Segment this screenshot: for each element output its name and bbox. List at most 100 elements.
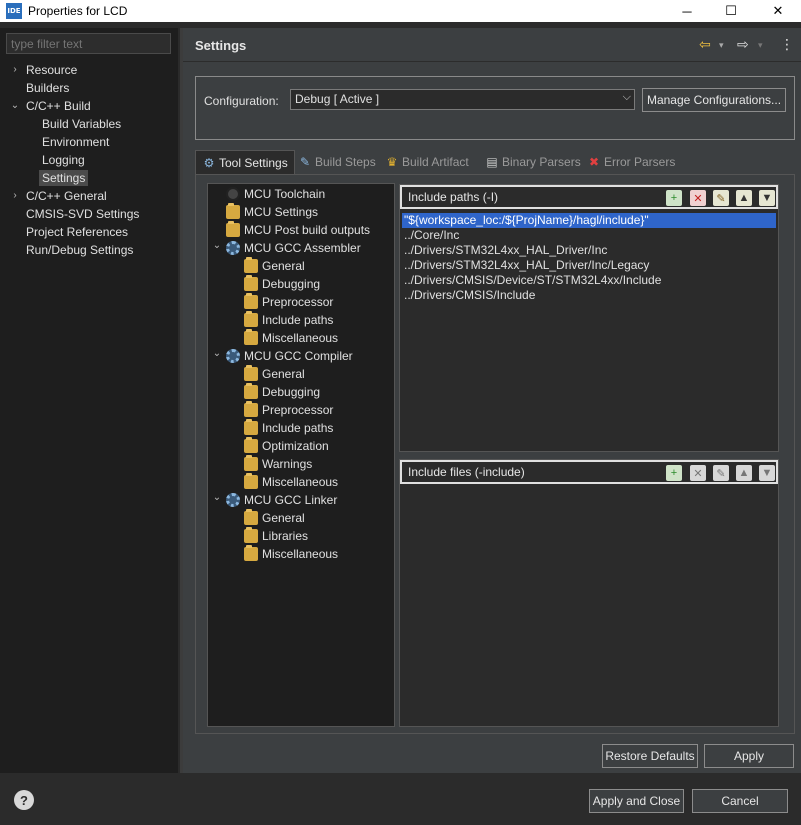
sidebar-item-c-c-build[interactable]: C/C++ Build	[26, 97, 91, 115]
property-page-nav: › Resource Builders ⌄ C/C++ Build Build Varia…	[0, 28, 178, 773]
sidebar-item-build-variables[interactable]: Build Variables	[42, 115, 121, 133]
tree-item[interactable]: Optimization	[244, 437, 329, 455]
tab-tool-settings[interactable]: ⚙ Tool Settings	[195, 150, 295, 174]
tree-item[interactable]: General	[244, 509, 305, 527]
list-item[interactable]: ../Drivers/CMSIS/Include	[402, 288, 535, 303]
tree-item[interactable]: MCU GCC Linker	[226, 491, 337, 509]
tree-item[interactable]: Libraries	[244, 527, 308, 545]
settings-tabs: ⚙ Tool Settings ✎ Build Steps ♛ Build Artif…	[195, 150, 795, 174]
forward-dropdown-icon[interactable]: ▾	[758, 40, 763, 51]
tree-item-label: Miscellaneous	[262, 331, 339, 345]
gear-icon	[226, 241, 240, 255]
tree-item[interactable]: General	[244, 257, 305, 275]
tool-settings-body: MCU Toolchain MCU Settings MCU Post build …	[195, 174, 795, 734]
folder-settings-icon	[244, 401, 258, 417]
sidebar-item-logging[interactable]: Logging	[42, 151, 85, 169]
tab-build-artifact[interactable]: ♛ Build Artifact	[385, 150, 469, 174]
tree-item[interactable]: MCU Post build outputs	[226, 221, 370, 239]
back-arrow-icon[interactable]: ⇦	[699, 36, 711, 53]
sidebar-item-builders[interactable]: Builders	[26, 79, 69, 97]
tree-item[interactable]: Preprocessor	[244, 293, 333, 311]
folder-settings-icon	[244, 329, 258, 345]
help-icon[interactable]: ?	[14, 790, 34, 810]
list-item[interactable]: ../Drivers/STM32L4xx_HAL_Driver/Inc/Lega…	[402, 258, 649, 273]
sidebar-item-resource[interactable]: Resource	[26, 61, 77, 79]
folder-settings-icon	[244, 509, 258, 525]
sidebar-item-environment[interactable]: Environment	[42, 133, 109, 151]
configuration-label: Configuration:	[204, 94, 279, 108]
tree-item[interactable]: Include paths	[244, 419, 333, 437]
add-icon[interactable]: +	[666, 465, 682, 481]
sidebar-item-project-references[interactable]: Project References	[26, 223, 128, 241]
tree-item[interactable]: Warnings	[244, 455, 312, 473]
tab-error-parsers[interactable]: ✖ Error Parsers	[587, 150, 675, 174]
tree-item[interactable]: Preprocessor	[244, 401, 333, 419]
app-icon: IDE	[6, 3, 22, 19]
delete-icon[interactable]: ✕	[690, 190, 706, 206]
include-files-header: Include files (-include) + ✕ ✎ ▲ ▼	[400, 460, 778, 484]
cancel-button[interactable]: Cancel	[692, 789, 788, 813]
include-paths-header: Include paths (-I) + ✕ ✎ ▲ ▼	[400, 185, 778, 209]
restore-defaults-button[interactable]: Restore Defaults	[602, 744, 698, 768]
list-item[interactable]: "${workspace_loc:/${ProjName}/hagl/inclu…	[402, 213, 776, 228]
list-item[interactable]: ../Core/Inc	[402, 228, 459, 243]
chevron-down-icon[interactable]: ⌄	[212, 348, 222, 359]
edit-icon[interactable]: ✎	[713, 190, 729, 206]
minimize-button[interactable]: ─	[664, 0, 710, 22]
tree-item[interactable]: MCU Settings	[226, 203, 318, 221]
manage-configurations-button[interactable]: Manage Configurations...	[642, 88, 786, 112]
folder-settings-icon	[244, 545, 258, 561]
configuration-value: Debug [ Active ]	[295, 92, 380, 106]
tree-item-label: Libraries	[262, 529, 309, 543]
move-down-icon[interactable]: ▼	[759, 190, 775, 206]
settings-header: Settings ⇦ ▾ ⇨ ▾ ⋮	[183, 28, 801, 62]
sidebar-item-settings[interactable]: Settings	[39, 169, 89, 187]
tree-item[interactable]: MCU Toolchain	[226, 185, 325, 203]
apply-button[interactable]: Apply	[704, 744, 794, 768]
tree-item-label: MCU Settings	[244, 205, 319, 219]
sidebar-item-cmsis-svd-settings[interactable]: CMSIS-SVD Settings	[26, 205, 139, 223]
window-title-bar: IDE Properties for LCD ─ ☐ ✕	[0, 0, 801, 22]
sidebar-item-run-debug-settings[interactable]: Run/Debug Settings	[26, 241, 133, 259]
chevron-down-icon[interactable]: ⌄	[212, 240, 222, 251]
tree-item[interactable]: General	[244, 365, 305, 383]
window-title: Properties for LCD	[28, 4, 128, 18]
tree-item[interactable]: Miscellaneous	[244, 473, 338, 491]
folder-settings-icon	[244, 257, 258, 273]
forward-arrow-icon[interactable]: ⇨	[737, 36, 749, 53]
tab-binary-parsers[interactable]: ▤ Binary Parsers	[485, 150, 580, 174]
tab-build-steps[interactable]: ✎ Build Steps	[298, 150, 376, 174]
move-up-icon[interactable]: ▲	[736, 190, 752, 206]
chevron-down-icon[interactable]: ⌄	[212, 492, 222, 503]
configuration-select[interactable]: Debug [ Active ] ⌵	[290, 89, 635, 110]
chevron-right-icon[interactable]: ›	[10, 64, 20, 75]
tree-item-label: Debugging	[262, 385, 321, 399]
chevron-right-icon[interactable]: ›	[10, 190, 20, 201]
include-files-panel: Include files (-include) + ✕ ✎ ▲ ▼	[399, 459, 779, 727]
tree-item[interactable]: Miscellaneous	[244, 545, 338, 563]
tree-item[interactable]: Include paths	[244, 311, 333, 329]
sidebar-item-c-c-general[interactable]: C/C++ General	[26, 187, 107, 205]
filter-input[interactable]	[6, 33, 171, 54]
add-icon[interactable]: +	[666, 190, 682, 206]
list-item[interactable]: ../Drivers/STM32L4xx_HAL_Driver/Inc	[402, 243, 607, 258]
include-paths-title: Include paths (-I)	[408, 190, 499, 204]
dialog-footer: ? Apply and Close Cancel	[0, 773, 801, 825]
sidebar-item-label: Environment	[42, 135, 110, 149]
back-dropdown-icon[interactable]: ▾	[719, 40, 724, 51]
tree-item[interactable]: MCU GCC Assembler	[226, 239, 361, 257]
tree-item[interactable]: Debugging	[244, 383, 320, 401]
tree-item-label: Miscellaneous	[262, 475, 339, 489]
tree-item[interactable]: Debugging	[244, 275, 320, 293]
view-menu-icon[interactable]: ⋮	[780, 36, 794, 53]
tree-item[interactable]: MCU GCC Compiler	[226, 347, 353, 365]
maximize-button[interactable]: ☐	[708, 0, 754, 22]
tree-item[interactable]: Miscellaneous	[244, 329, 338, 347]
sidebar-item-label: Run/Debug Settings	[26, 243, 134, 257]
delete-icon: ✕	[690, 465, 706, 481]
list-item[interactable]: ../Drivers/CMSIS/Device/ST/STM32L4xx/Inc…	[402, 273, 661, 288]
sidebar-item-label: C/C++ Build	[26, 99, 91, 113]
apply-and-close-button[interactable]: Apply and Close	[589, 789, 684, 813]
chevron-down-icon[interactable]: ⌄	[10, 100, 20, 111]
close-button[interactable]: ✕	[755, 0, 801, 22]
